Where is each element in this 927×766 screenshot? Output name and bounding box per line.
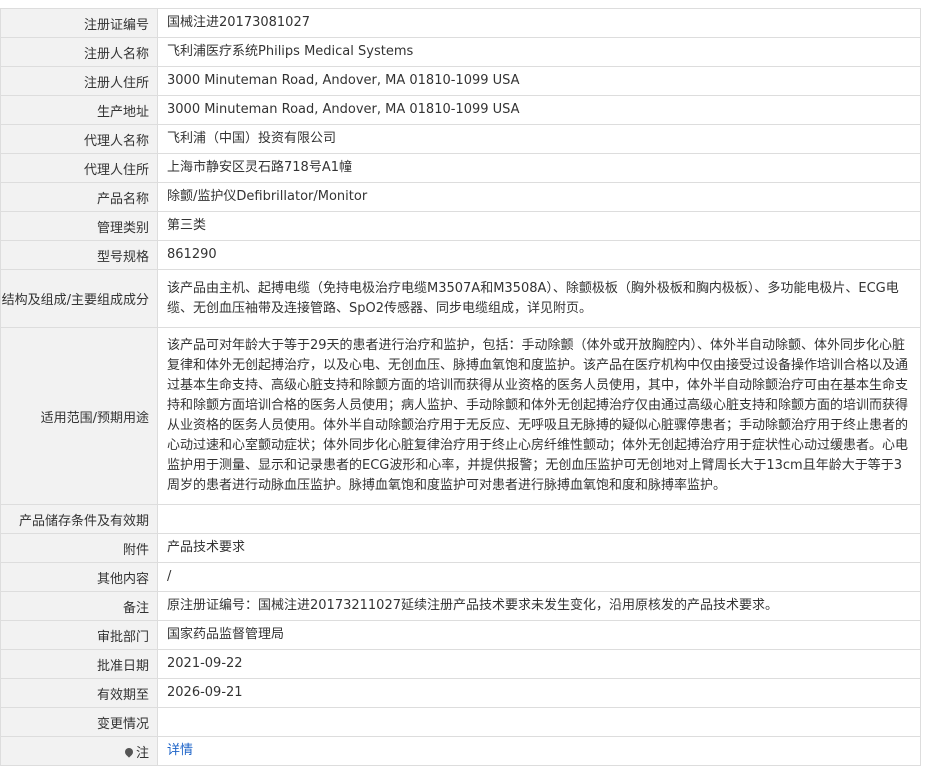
row-agent-address: 代理人住所 上海市静安区灵石路718号A1幢 <box>0 153 921 183</box>
value-agent-address: 上海市静安区灵石路718号A1幢 <box>157 153 921 183</box>
label-storage-validity: 产品储存条件及有效期 <box>0 504 158 534</box>
row-remarks: 备注 原注册证编号：国械注进20173211027延续注册产品技术要求未发生变化… <box>0 591 921 621</box>
label-agent-name: 代理人名称 <box>0 124 158 154</box>
label-registration-number: 注册证编号 <box>0 8 158 38</box>
label-management-class: 管理类别 <box>0 211 158 241</box>
value-agent-name: 飞利浦（中国）投资有限公司 <box>157 124 921 154</box>
label-registrant-name: 注册人名称 <box>0 37 158 67</box>
row-production-address: 生产地址 3000 Minuteman Road, Andover, MA 01… <box>0 95 921 125</box>
value-structure-composition: 该产品由主机、起搏电缆（免持电极治疗电缆M3507A和M3508A）、除颤极板（… <box>157 269 921 328</box>
row-note: 注 详情 <box>0 736 921 766</box>
value-management-class: 第三类 <box>157 211 921 241</box>
value-attachment: 产品技术要求 <box>157 533 921 563</box>
label-change-status: 变更情况 <box>0 707 158 737</box>
value-product-name: 除颤/监护仪Defibrillator/Monitor <box>157 182 921 212</box>
details-link[interactable]: 详情 <box>167 743 193 758</box>
value-storage-validity <box>157 504 921 534</box>
row-storage-validity: 产品储存条件及有效期 <box>0 504 921 534</box>
row-registrant-name: 注册人名称 飞利浦医疗系统Philips Medical Systems <box>0 37 921 67</box>
row-intended-use: 适用范围/预期用途 该产品可对年龄大于等于29天的患者进行治疗和监护，包括：手动… <box>0 327 921 505</box>
label-agent-address: 代理人住所 <box>0 153 158 183</box>
row-product-name: 产品名称 除颤/监护仪Defibrillator/Monitor <box>0 182 921 212</box>
row-model-spec: 型号规格 861290 <box>0 240 921 270</box>
value-change-status <box>157 707 921 737</box>
row-change-status: 变更情况 <box>0 707 921 737</box>
label-valid-until: 有效期至 <box>0 678 158 708</box>
label-structure-composition: 结构及组成/主要组成成分 <box>0 269 158 328</box>
value-production-address: 3000 Minuteman Road, Andover, MA 01810-1… <box>157 95 921 125</box>
label-registrant-address: 注册人住所 <box>0 66 158 96</box>
value-valid-until: 2026-09-21 <box>157 678 921 708</box>
row-valid-until: 有效期至 2026-09-21 <box>0 678 921 708</box>
label-remarks: 备注 <box>0 591 158 621</box>
row-attachment: 附件 产品技术要求 <box>0 533 921 563</box>
label-production-address: 生产地址 <box>0 95 158 125</box>
value-approval-department: 国家药品监督管理局 <box>157 620 921 650</box>
row-registration-number: 注册证编号 国械注进20173081027 <box>0 8 921 38</box>
label-attachment: 附件 <box>0 533 158 563</box>
label-approval-department: 审批部门 <box>0 620 158 650</box>
label-model-spec: 型号规格 <box>0 240 158 270</box>
note-label: 注 <box>135 745 149 761</box>
label-other-content: 其他内容 <box>0 562 158 592</box>
label-intended-use: 适用范围/预期用途 <box>0 327 158 505</box>
row-other-content: 其他内容 / <box>0 562 921 592</box>
value-registration-number: 国械注进20173081027 <box>157 8 921 38</box>
label-note: 注 <box>0 736 158 766</box>
row-management-class: 管理类别 第三类 <box>0 211 921 241</box>
row-registrant-address: 注册人住所 3000 Minuteman Road, Andover, MA 0… <box>0 66 921 96</box>
location-pin-icon <box>123 745 135 758</box>
value-approval-date: 2021-09-22 <box>157 649 921 679</box>
value-remarks: 原注册证编号：国械注进20173211027延续注册产品技术要求未发生变化，沿用… <box>157 591 921 621</box>
value-registrant-address: 3000 Minuteman Road, Andover, MA 01810-1… <box>157 66 921 96</box>
label-product-name: 产品名称 <box>0 182 158 212</box>
value-intended-use: 该产品可对年龄大于等于29天的患者进行治疗和监护，包括：手动除颤（体外或开放胸腔… <box>157 327 921 505</box>
row-approval-date: 批准日期 2021-09-22 <box>0 649 921 679</box>
value-other-content: / <box>157 562 921 592</box>
row-agent-name: 代理人名称 飞利浦（中国）投资有限公司 <box>0 124 921 154</box>
row-approval-department: 审批部门 国家药品监督管理局 <box>0 620 921 650</box>
value-registrant-name: 飞利浦医疗系统Philips Medical Systems <box>157 37 921 67</box>
registration-info-table: 注册证编号 国械注进20173081027 注册人名称 飞利浦医疗系统Phili… <box>0 8 921 766</box>
value-note: 详情 <box>157 736 921 766</box>
value-model-spec: 861290 <box>157 240 921 270</box>
label-approval-date: 批准日期 <box>0 649 158 679</box>
row-structure-composition: 结构及组成/主要组成成分 该产品由主机、起搏电缆（免持电极治疗电缆M3507A和… <box>0 269 921 328</box>
